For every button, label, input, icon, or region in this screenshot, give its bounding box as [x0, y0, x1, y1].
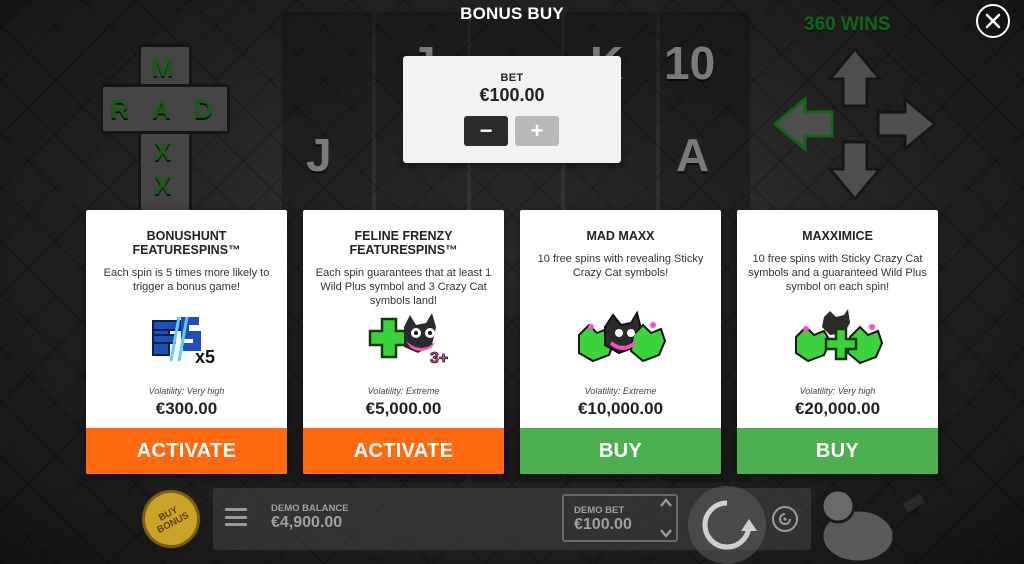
card-title-line: FEATURESPINS™	[349, 243, 458, 257]
card-title: BONUSHUNT FEATURESPINS™	[86, 229, 287, 257]
bonus-card-bonushunt: BONUSHUNT FEATURESPINS™ Each spin is 5 t…	[86, 210, 287, 474]
image-badge: 3+	[430, 350, 448, 367]
spin-button[interactable]	[688, 486, 766, 564]
autoplay-button[interactable]	[772, 506, 798, 532]
close-button[interactable]	[976, 4, 1010, 38]
card-volatility: Volatility: Very high	[799, 386, 876, 396]
demo-bet-label: DEMO BET	[574, 505, 625, 516]
card-description: Each spin is 5 times more likely to trig…	[103, 267, 270, 293]
buy-button[interactable]: BUY	[520, 428, 721, 474]
bet-stepper	[658, 498, 674, 538]
spin-icon	[702, 500, 757, 550]
decrease-bet-button[interactable]: −	[464, 116, 508, 146]
hamburger-menu-icon[interactable]	[225, 508, 247, 526]
card-title-line: FEATURESPINS™	[132, 243, 241, 257]
activate-button[interactable]: ACTIVATE	[86, 428, 287, 474]
card-description: Each spin guarantees that at least 1 Wil…	[315, 267, 492, 307]
activate-button[interactable]: ACTIVATE	[303, 428, 504, 474]
fs-x5-icon: x5	[151, 316, 215, 367]
bonus-card-maxximice: MAXXIMICE 10 free spins with Sticky Craz…	[737, 210, 938, 474]
card-image	[737, 306, 938, 376]
card-title-line: BONUSHUNT	[146, 229, 227, 243]
chevron-down-icon[interactable]	[659, 528, 673, 538]
balance-value: €4,900.00	[271, 514, 343, 531]
card-description: 10 free spins with Sticky Crazy Cat symb…	[748, 253, 927, 293]
card-title-line: FELINE FRENZY	[354, 229, 453, 243]
crazy-cats-icon	[577, 310, 666, 363]
bet-label: BET	[500, 72, 524, 84]
card-title: MAD MAXX	[520, 229, 721, 243]
image-badge: x5	[195, 347, 215, 367]
crazy-cats-wild-plus-icon	[794, 309, 883, 365]
card-title-line: MAXXIMICE	[802, 229, 873, 243]
card-title: MAXXIMICE	[737, 229, 938, 243]
bet-value: €100.00	[479, 85, 545, 105]
close-icon	[985, 13, 1001, 29]
card-volatility: Volatility: Extreme	[367, 386, 440, 396]
modal-title: BONUS BUY	[460, 4, 564, 23]
card-image: x5	[86, 306, 287, 376]
card-volatility: Volatility: Very high	[148, 386, 225, 396]
card-price: €5,000.00	[365, 399, 442, 418]
bet-panel: BET €100.00 − +	[403, 56, 621, 163]
increase-bet-button[interactable]: +	[515, 116, 559, 146]
demo-bet-value: €100.00	[574, 516, 632, 533]
card-description: 10 free spins with revealing Sticky Craz…	[537, 253, 704, 279]
card-image: 3+	[303, 306, 504, 376]
autoplay-icon	[779, 513, 791, 525]
balance-label: DEMO BALANCE	[271, 503, 349, 514]
wild-plus-cat-icon: 3+	[368, 313, 448, 367]
card-volatility: Volatility: Extreme	[584, 386, 657, 396]
bet-controls: − +	[464, 116, 559, 146]
card-title-line: MAD MAXX	[586, 229, 655, 243]
card-title: FELINE FRENZY FEATURESPINS™	[303, 229, 504, 257]
card-price: €20,000.00	[794, 399, 881, 418]
buy-button[interactable]: BUY	[737, 428, 938, 474]
mascot-character	[820, 480, 926, 564]
card-image	[520, 306, 721, 376]
card-price: €300.00	[155, 399, 218, 418]
chevron-up-icon[interactable]	[659, 498, 673, 508]
bonus-card-feline-frenzy: FELINE FRENZY FEATURESPINS™ Each spin gu…	[303, 210, 504, 474]
bonus-card-mad-maxx: MAD MAXX 10 free spins with revealing St…	[520, 210, 721, 474]
card-price: €10,000.00	[577, 399, 664, 418]
